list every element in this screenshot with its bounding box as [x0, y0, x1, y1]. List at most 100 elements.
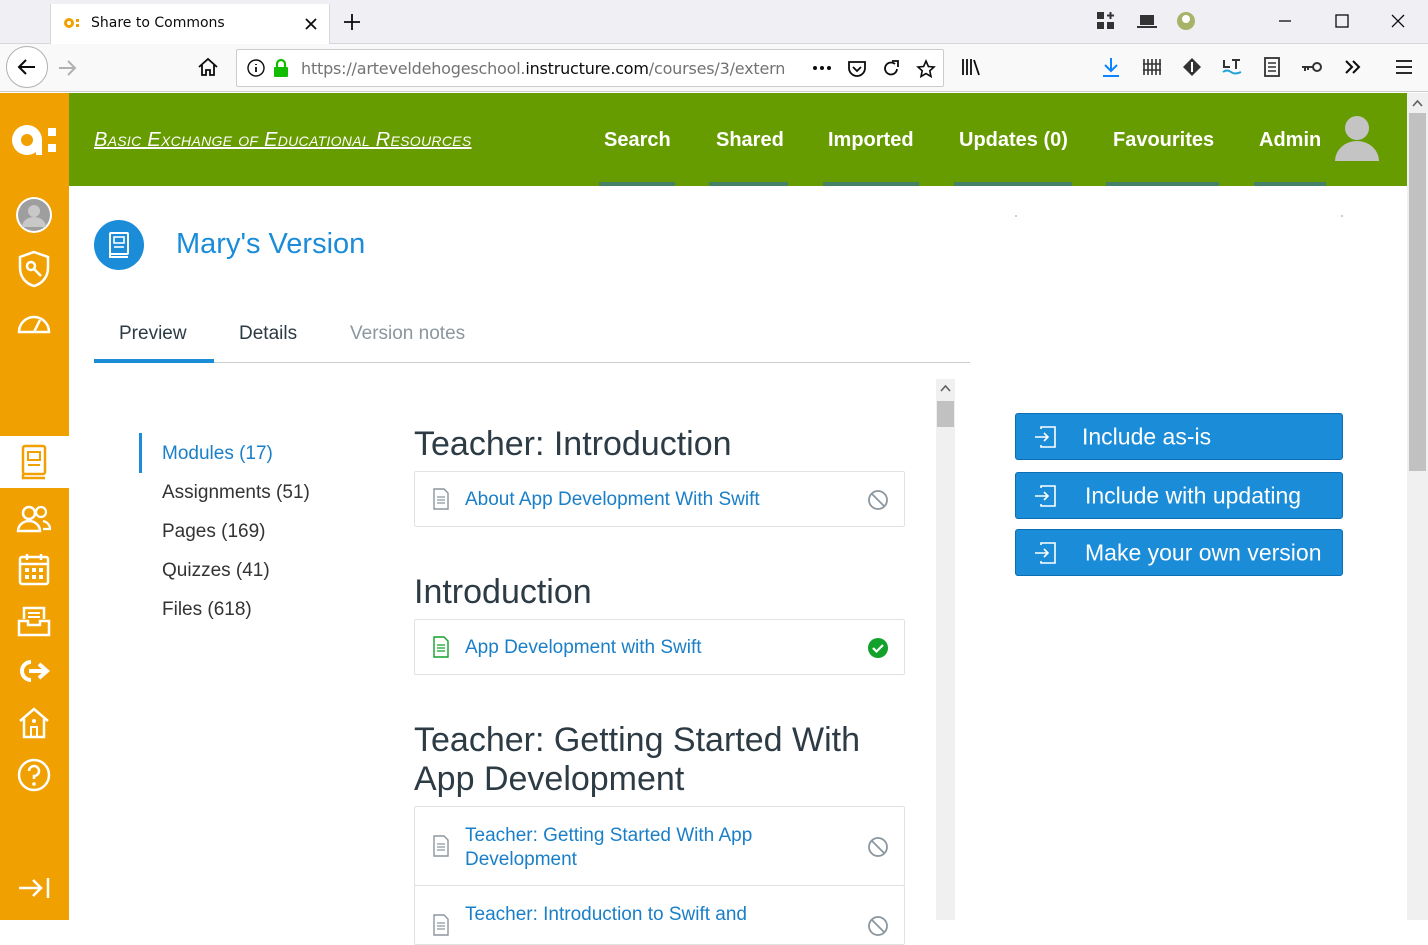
page-actions-icon[interactable]	[811, 59, 833, 77]
document-icon	[432, 488, 450, 510]
page-scroll-thumb[interactable]	[1409, 113, 1426, 471]
back-button[interactable]	[6, 46, 48, 88]
forward-button[interactable]	[56, 57, 78, 79]
url-text[interactable]: https://arteveldehogeschool.instructure.…	[301, 59, 811, 78]
include-as-is-button[interactable]: Include as-is	[1015, 413, 1343, 460]
module-item-link[interactable]: About App Development With Swift	[465, 488, 760, 512]
pocket-icon[interactable]	[847, 59, 867, 79]
unpublished-icon	[867, 836, 889, 858]
tab-title: Share to Commons	[91, 15, 225, 31]
module-item[interactable]: About App Development With Swift	[414, 471, 905, 527]
download-icon[interactable]	[1101, 56, 1121, 78]
extension-barcode-icon[interactable]	[1141, 56, 1163, 78]
nav-updates[interactable]: Updates (0)	[959, 129, 1068, 152]
leftnav-files[interactable]: Files (618)	[162, 599, 252, 621]
extension-notes-icon[interactable]	[1261, 56, 1283, 78]
browser-tab[interactable]: Share to Commons	[50, 4, 330, 44]
module-item[interactable]: App Development with Swift	[414, 619, 905, 675]
admin-shield-icon[interactable]	[14, 249, 54, 289]
module-heading: Teacher: Introduction	[414, 425, 732, 463]
minimize-icon[interactable]	[1276, 12, 1294, 30]
nav-search[interactable]: Search	[604, 129, 671, 152]
app-logo[interactable]	[10, 123, 62, 157]
tab-version-notes[interactable]: Version notes	[350, 323, 465, 345]
scroll-up-icon[interactable]	[940, 384, 951, 392]
preview-scroll-thumb[interactable]	[937, 401, 954, 427]
leftnav-assignments[interactable]: Assignments (51)	[162, 482, 310, 504]
home-building-icon[interactable]	[14, 703, 54, 743]
make-own-version-button[interactable]: Make your own version	[1015, 529, 1343, 576]
nav-admin[interactable]: Admin	[1259, 129, 1321, 152]
nav-underline	[599, 182, 675, 186]
nav-underline	[709, 182, 788, 186]
expand-sidebar-icon[interactable]	[14, 868, 54, 908]
leftnav-modules[interactable]: Modules (17)	[162, 443, 273, 465]
close-window-icon[interactable]	[1389, 12, 1407, 30]
close-tab-icon[interactable]	[303, 16, 319, 32]
extension-arrows-icon[interactable]	[1181, 56, 1203, 78]
maximize-icon[interactable]	[1333, 12, 1351, 30]
import-icon	[1033, 541, 1057, 565]
unpublished-icon	[867, 915, 889, 937]
published-check-icon	[867, 637, 889, 659]
forward-arrow-icon	[59, 60, 77, 76]
new-tab-icon[interactable]	[342, 12, 362, 32]
help-question-icon[interactable]	[14, 755, 54, 795]
module-item[interactable]: Teacher: Introduction to Swift and	[414, 885, 905, 945]
info-icon[interactable]	[247, 59, 265, 77]
device-icon[interactable]	[1136, 12, 1158, 30]
url-bar[interactable]: https://arteveldehogeschool.instructure.…	[236, 49, 944, 87]
dashboard-gauge-icon[interactable]	[14, 301, 54, 341]
overflow-chevron-icon[interactable]	[1342, 56, 1364, 78]
document-icon	[432, 636, 450, 658]
module-heading: Teacher: Getting Started With App Develo…	[414, 721, 860, 798]
leftnav-quizzes[interactable]: Quizzes (41)	[162, 560, 270, 582]
extension-grid-icon[interactable]	[1096, 11, 1116, 31]
extension-lt-icon[interactable]	[1221, 56, 1243, 78]
include-with-updating-button[interactable]: Include with updating	[1015, 472, 1343, 519]
courses-book-icon[interactable]	[14, 442, 54, 482]
library-icon[interactable]	[960, 56, 982, 78]
calendar-icon[interactable]	[14, 549, 54, 589]
nav-imported[interactable]: Imported	[828, 129, 914, 152]
nav-underline	[823, 182, 919, 186]
nav-shared[interactable]: Shared	[716, 129, 784, 152]
import-icon	[1033, 484, 1057, 508]
nav-underline	[1254, 182, 1326, 186]
app-sidebar	[0, 93, 69, 920]
commons-header: Basic Exchange of Educational Resources …	[69, 93, 1407, 186]
profile-icon[interactable]	[1176, 11, 1196, 31]
hamburger-menu-icon[interactable]	[1394, 56, 1414, 78]
leftnav-pages[interactable]: Pages (169)	[162, 521, 266, 543]
nav-favourites[interactable]: Favourites	[1113, 129, 1214, 152]
tab-preview[interactable]: Preview	[119, 323, 187, 345]
scroll-up-icon[interactable]	[1412, 99, 1423, 107]
resource-book-icon	[94, 220, 144, 270]
lock-icon	[273, 58, 289, 78]
reload-icon[interactable]	[881, 59, 901, 79]
groups-people-icon[interactable]	[14, 499, 54, 539]
module-item-link[interactable]: App Development with Swift	[465, 636, 702, 660]
browser-nav-bar: https://arteveldehogeschool.instructure.…	[0, 44, 1428, 92]
account-avatar-icon[interactable]	[14, 195, 54, 235]
bookmark-star-icon[interactable]	[916, 59, 936, 79]
site-title-link[interactable]: Basic Exchange of Educational Resources	[94, 129, 472, 152]
browser-tab-bar: Share to Commons	[0, 0, 1428, 44]
tab-details[interactable]: Details	[239, 323, 297, 345]
page-title: Mary's Version	[176, 228, 366, 260]
inbox-icon[interactable]	[14, 601, 54, 641]
home-icon	[198, 57, 218, 76]
separator-dot	[1015, 215, 1017, 217]
module-item[interactable]: Teacher: Getting Started With App Develo…	[414, 806, 905, 886]
commons-share-icon[interactable]	[14, 651, 54, 691]
module-item-link[interactable]: Teacher: Introduction to Swift and	[465, 903, 805, 927]
module-item-link[interactable]: Teacher: Getting Started With App Develo…	[465, 824, 805, 872]
user-avatar-icon[interactable]	[1333, 113, 1381, 163]
document-icon	[432, 835, 450, 857]
unpublished-icon	[867, 489, 889, 511]
separator-dot	[1341, 215, 1343, 217]
home-button[interactable]	[197, 56, 219, 78]
extension-key-icon[interactable]	[1300, 56, 1324, 78]
preview-scrollbar[interactable]	[936, 379, 955, 920]
active-tab-indicator	[94, 359, 214, 363]
